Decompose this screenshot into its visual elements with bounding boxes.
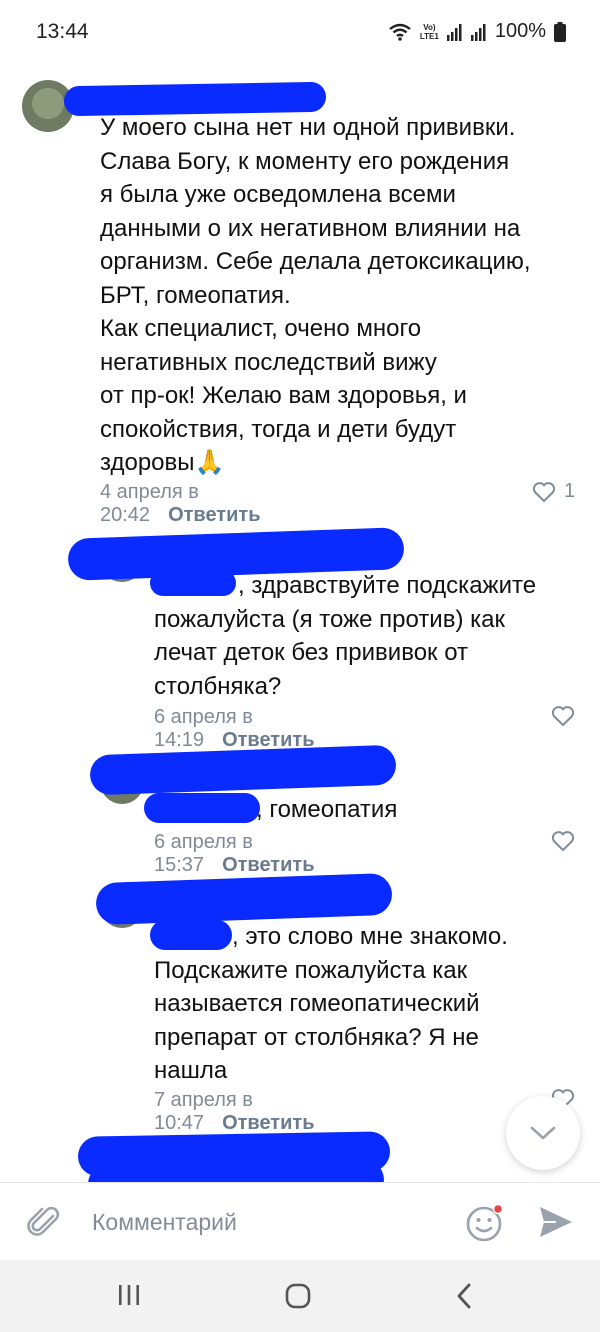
notification-dot (492, 1203, 504, 1215)
comment-meta: 4 апреля в 20:42 Ответить (100, 481, 260, 527)
comment-composer (0, 1182, 600, 1261)
like-button[interactable]: 1 (532, 480, 575, 503)
comment-meta: 6 апреля в 14:19 Ответить (154, 706, 314, 752)
redacted-author-name (95, 872, 393, 926)
wifi-icon (389, 23, 411, 41)
emoji-button[interactable] (466, 1203, 506, 1248)
reply-button[interactable]: Ответить (222, 854, 314, 876)
like-button[interactable] (551, 830, 575, 852)
scroll-down-button[interactable] (506, 1096, 580, 1170)
heart-icon (551, 706, 575, 727)
comment-text: , здравствуйте подскажите пожалуйста (я … (154, 572, 537, 700)
status-time: 13:44 (36, 20, 89, 43)
send-icon (540, 1207, 572, 1237)
redacted-author-name (89, 744, 397, 796)
signal-icon (470, 23, 486, 41)
attach-icon (27, 1206, 60, 1236)
reply-button[interactable]: Ответить (222, 1112, 314, 1134)
recents-icon (119, 1285, 139, 1305)
back-button[interactable] (454, 1282, 474, 1315)
like-button[interactable] (551, 705, 575, 727)
attach-button[interactable] (26, 1203, 64, 1246)
comment-meta: 6 апреля в 15:37 Ответить (154, 831, 314, 877)
volte-label: Vo) (423, 22, 436, 32)
heart-icon (551, 831, 575, 852)
like-count: 1 (564, 480, 576, 502)
lte-label: LTE1 (419, 31, 439, 41)
status-icons: Vo) LTE1 100% (388, 20, 566, 43)
comment-input[interactable] (90, 1201, 434, 1243)
send-button[interactable] (538, 1205, 574, 1244)
battery-icon (554, 21, 566, 42)
reply-button[interactable]: Ответить (168, 504, 260, 526)
recents-button[interactable] (116, 1282, 142, 1313)
comment-meta: 7 апреля в 10:47 Ответить (154, 1089, 314, 1135)
comment-text: У моего сына нет ни одной прививки. Слав… (100, 114, 531, 476)
volte-icon: Vo) LTE1 (420, 23, 439, 41)
battery-percent: 100% (494, 20, 546, 42)
home-icon (285, 1283, 311, 1309)
back-icon (457, 1283, 471, 1309)
heart-icon (532, 481, 556, 502)
comment-text: , это слово мне знакомо. Подскажите пожа… (154, 923, 508, 1084)
system-nav-bar (0, 1260, 600, 1332)
comment-text: , гомеопатия (256, 796, 398, 823)
status-bar: 13:44 Vo) LTE1 100% (0, 0, 600, 66)
emoji-icon (466, 1203, 504, 1242)
signal-icon (446, 23, 462, 41)
home-button[interactable] (284, 1282, 312, 1315)
chevron-down-icon (530, 1126, 556, 1140)
